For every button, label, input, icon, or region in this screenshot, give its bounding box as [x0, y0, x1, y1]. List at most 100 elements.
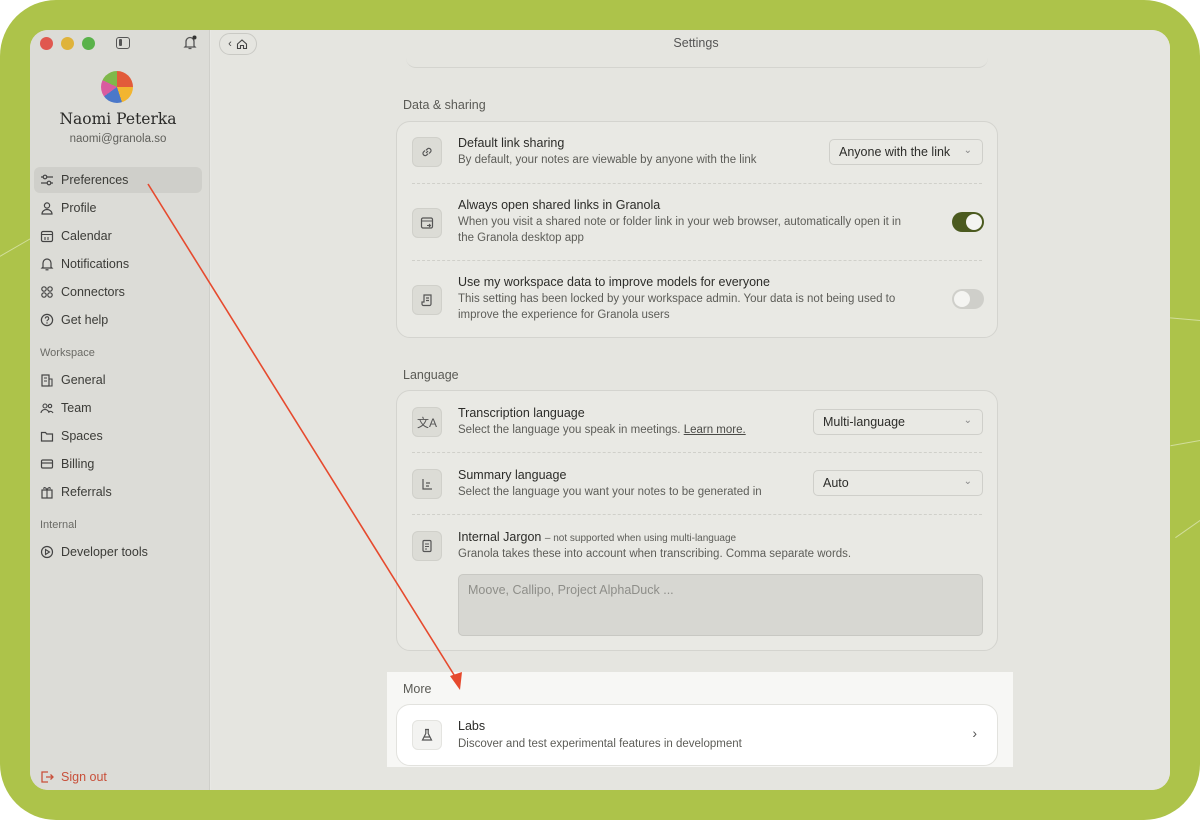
transcription-desc: Select the language you speak in meeting…: [458, 422, 746, 439]
jargon-title-row: Internal Jargon – not supported when usi…: [458, 530, 736, 544]
jargon-icon: [412, 531, 442, 561]
divider: [412, 183, 982, 184]
sidebar-item-get-help[interactable]: Get help: [34, 307, 202, 333]
chevron-down-icon: ⌄: [963, 145, 972, 156]
decorative-line: [1170, 434, 1200, 447]
maximize-window-button[interactable]: [82, 37, 95, 50]
transcription-title: Transcription language: [458, 406, 585, 420]
sidebar-item-label: Preferences: [61, 173, 129, 187]
sidebar: Naomi Peterka naomi@granola.so Preferenc…: [30, 30, 210, 790]
toggle-knob: [954, 291, 970, 307]
sidebar-item-general[interactable]: General: [34, 367, 202, 393]
always-open-desc-2: the Granola desktop app: [458, 232, 584, 244]
chevron-down-icon: ⌄: [963, 415, 972, 426]
data-sharing-card: Default link sharing By default, your no…: [396, 121, 998, 338]
always-open-toggle[interactable]: [952, 212, 984, 232]
minimize-window-button[interactable]: [61, 37, 74, 50]
sidebar-item-label: General: [61, 373, 106, 387]
workspace-data-desc-1: This setting has been locked by your wor…: [458, 293, 896, 305]
sidebar-item-label: Profile: [61, 201, 97, 215]
open-in-app-icon: [412, 208, 442, 238]
sidebar-item-connectors[interactable]: Connectors: [34, 279, 202, 305]
learn-more-link[interactable]: Learn more.: [684, 424, 746, 436]
settings-window: Naomi Peterka naomi@granola.so Preferenc…: [30, 30, 1170, 790]
jargon-input[interactable]: Moove, Callipo, Project AlphaDuck ...: [458, 574, 983, 636]
internal-section-label: Internal: [40, 519, 77, 531]
workspace-data-title: Use my workspace data to improve models …: [458, 275, 770, 289]
gift-icon: [41, 487, 53, 499]
card-icon: [40, 459, 54, 469]
sign-out-icon: [41, 771, 54, 783]
team-icon: [40, 403, 54, 414]
previous-card-edge: [406, 58, 988, 68]
sidebar-item-label: Spaces: [61, 429, 103, 443]
window-title: Settings: [673, 36, 719, 50]
summary-title: Summary language: [458, 468, 567, 482]
default-link-select[interactable]: Anyone with the link ⌄: [829, 139, 983, 165]
sidebar-item-label: Billing: [61, 457, 95, 471]
connectors-icon: [41, 286, 53, 298]
sidebar-item-referrals[interactable]: Referrals: [34, 479, 202, 505]
sidebar-item-label: Developer tools: [61, 545, 148, 559]
transcription-select[interactable]: Multi-language ⌄: [813, 409, 983, 435]
labs-desc: Discover and test experimental features …: [458, 738, 742, 750]
sidebar-item-notifications[interactable]: Notifications: [34, 251, 202, 277]
jargon-desc: Granola takes these into account when tr…: [458, 548, 852, 560]
divider: [412, 260, 982, 261]
labs-title: Labs: [458, 719, 486, 733]
default-link-value: Anyone with the link: [839, 145, 951, 159]
always-open-title: Always open shared links in Granola: [458, 198, 661, 212]
toggle-knob: [966, 214, 982, 230]
main-content: ‹ Settings Data & sharing Default link s…: [211, 30, 1170, 790]
window-controls: [40, 37, 95, 50]
sign-out-button[interactable]: Sign out: [40, 770, 107, 784]
avatar[interactable]: [101, 71, 133, 103]
chevron-right-icon: ›: [972, 725, 977, 741]
sign-out-label: Sign out: [61, 770, 107, 784]
divider: [412, 514, 982, 515]
sidebar-item-preferences[interactable]: Preferences: [34, 167, 202, 193]
sidebar-item-label: Notifications: [61, 257, 130, 271]
flask-icon: [412, 720, 442, 750]
bell-icon: [40, 258, 54, 271]
sidebar-item-developer-tools[interactable]: Developer tools: [34, 539, 202, 565]
close-window-button[interactable]: [40, 37, 53, 50]
transcription-desc-text: Select the language you speak in meeting…: [458, 424, 681, 436]
data-sharing-header: Data & sharing: [403, 98, 486, 112]
divider: [412, 452, 982, 453]
jargon-title: Internal Jargon: [458, 530, 542, 544]
sliders-icon: [41, 174, 53, 186]
building-icon: [41, 374, 53, 387]
jargon-note: – not supported when using multi-languag…: [544, 533, 737, 544]
default-link-desc: By default, your notes are viewable by a…: [458, 154, 757, 166]
workspace-section-label: Workspace: [40, 347, 95, 359]
calendar-icon: [40, 230, 54, 243]
decorative-line: [1175, 502, 1200, 539]
transcription-value: Multi-language: [823, 415, 905, 429]
decorative-line: [1170, 317, 1200, 324]
labs-row[interactable]: Labs Discover and test experimental feat…: [396, 704, 998, 766]
summary-desc: Select the language you want your notes …: [458, 486, 762, 498]
sidebar-item-billing[interactable]: Billing: [34, 451, 202, 477]
sidebar-item-spaces[interactable]: Spaces: [34, 423, 202, 449]
translate-icon: 文A: [412, 407, 442, 437]
notification-bell-icon[interactable]: [183, 35, 197, 50]
summary-icon: [412, 469, 442, 499]
workspace-data-toggle[interactable]: [952, 289, 984, 309]
sidebar-item-profile[interactable]: Profile: [34, 195, 202, 221]
sidebar-item-calendar[interactable]: Calendar: [34, 223, 202, 249]
summary-select[interactable]: Auto ⌄: [813, 470, 983, 496]
language-header: Language: [403, 368, 459, 382]
person-icon: [41, 202, 53, 215]
user-email: naomi@granola.so: [69, 133, 167, 145]
sidebar-item-label: Calendar: [61, 229, 112, 243]
language-card: 文A Transcription language Select the lan…: [396, 390, 998, 651]
sidebar-item-label: Connectors: [61, 285, 125, 299]
summary-value: Auto: [823, 476, 849, 490]
always-open-desc-1: When you visit a shared note or folder l…: [458, 216, 901, 228]
sidebar-item-label: Referrals: [61, 485, 112, 499]
sidebar-toggle-icon[interactable]: [116, 37, 130, 49]
help-icon: [40, 313, 54, 327]
sidebar-item-team[interactable]: Team: [34, 395, 202, 421]
folder-icon: [40, 431, 54, 442]
